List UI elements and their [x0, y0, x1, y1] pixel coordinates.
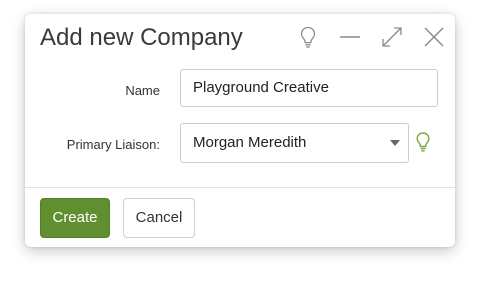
primary-liaison-value: Morgan Meredith [193, 134, 307, 151]
minimize-icon [340, 36, 360, 38]
create-button[interactable]: Create [40, 198, 110, 238]
cancel-button[interactable]: Cancel [123, 198, 195, 238]
add-company-dialog: Add new Company Name Playground Creative… [25, 14, 455, 247]
dropdown-arrow-icon [390, 140, 400, 146]
name-label: Name [125, 83, 160, 98]
footer-divider [25, 187, 455, 188]
name-input[interactable]: Playground Creative [180, 69, 438, 107]
close-icon [424, 27, 444, 47]
maximize-button[interactable] [379, 24, 405, 50]
expand-icon [382, 27, 402, 47]
tip-button[interactable] [295, 24, 321, 50]
close-button[interactable] [421, 24, 447, 50]
primary-liaison-label: Primary Liaison: [66, 137, 160, 152]
lightbulb-icon [300, 26, 316, 48]
primary-liaison-select[interactable]: Morgan Meredith [180, 123, 409, 163]
minimize-button[interactable] [337, 24, 363, 50]
liaison-tip-button[interactable] [413, 131, 433, 155]
dialog-title: Add new Company [40, 24, 243, 51]
lightbulb-icon [416, 132, 430, 152]
